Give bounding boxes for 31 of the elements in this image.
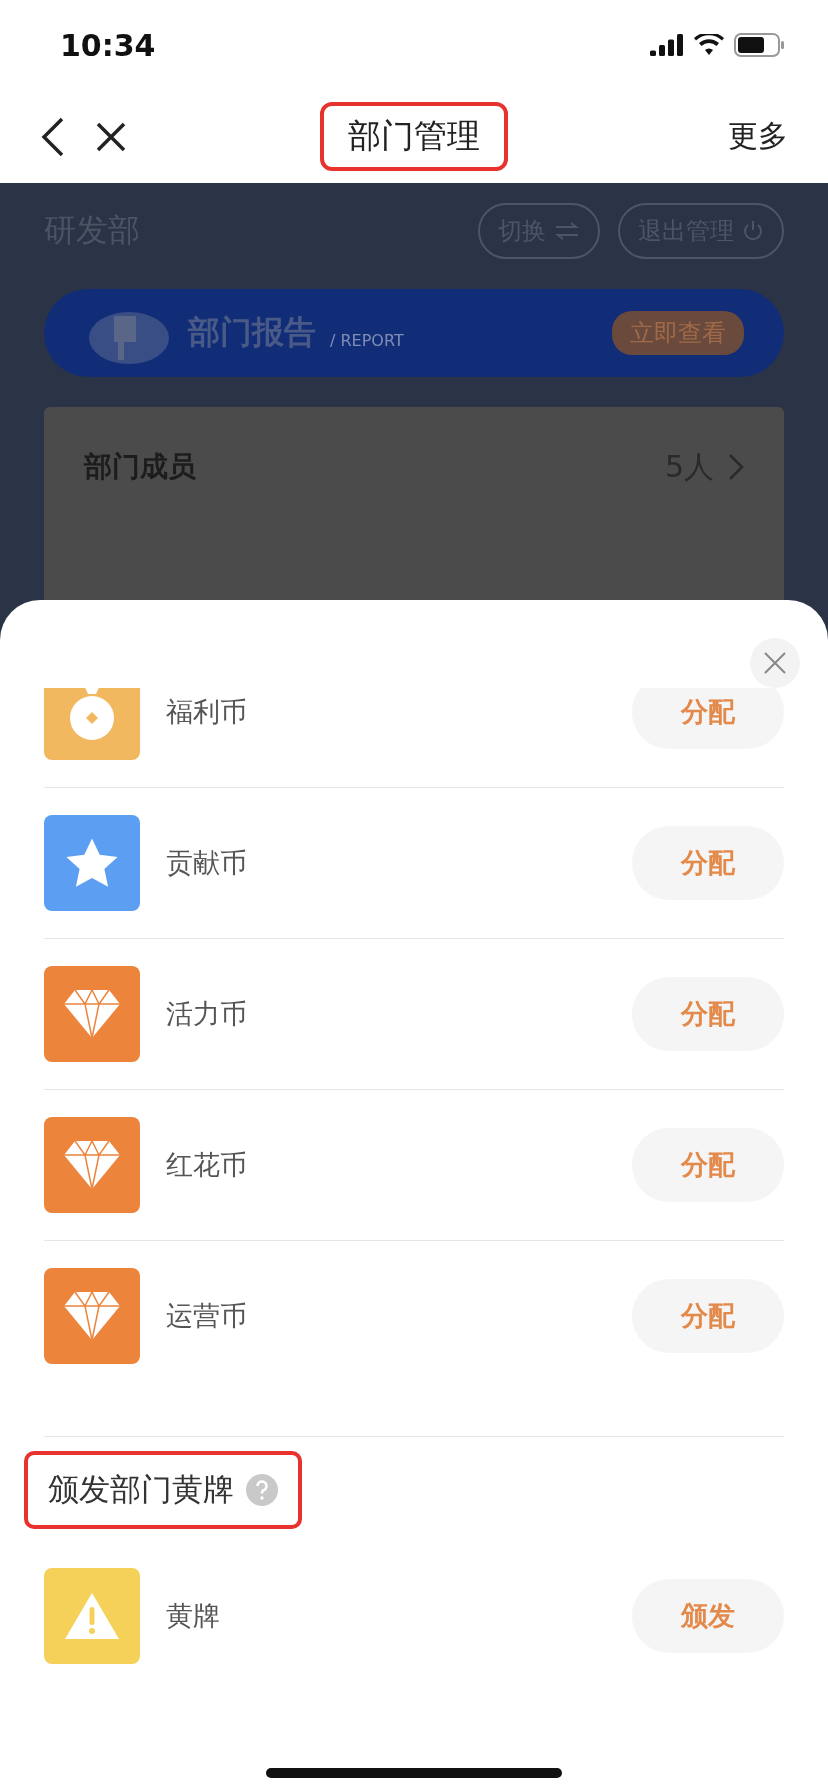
status-time: 10:34 <box>60 27 156 63</box>
action-button[interactable]: 分配 <box>632 688 784 749</box>
item-name: 运营币 <box>166 1299 247 1333</box>
page-title: 部门管理 <box>320 102 508 171</box>
diamond-icon <box>63 1291 121 1341</box>
section-title: 颁发部门黄牌 <box>48 1470 234 1509</box>
item-name: 黄牌 <box>166 1599 220 1633</box>
chevron-icon <box>728 453 744 481</box>
action-button[interactable]: 分配 <box>632 1128 784 1202</box>
action-button[interactable]: 颁发 <box>632 1579 784 1653</box>
power-icon <box>742 220 764 242</box>
action-button[interactable]: 分配 <box>632 977 784 1051</box>
wifi-icon <box>694 34 724 56</box>
report-subtitle: / REPORT <box>330 330 404 350</box>
item-name: 活力币 <box>166 997 247 1031</box>
close-icon <box>764 652 786 674</box>
swap-icon <box>554 221 580 241</box>
action-button[interactable]: 分配 <box>632 1279 784 1353</box>
item-name: 贡献币 <box>166 846 247 880</box>
close-button[interactable] <box>96 121 126 152</box>
diamond-icon <box>63 989 121 1039</box>
report-title: 部门报告 <box>188 312 316 353</box>
diamond-icon <box>63 1140 121 1190</box>
signal-icon <box>650 34 684 56</box>
item-name: 福利币 <box>166 695 247 729</box>
action-button[interactable]: 分配 <box>632 826 784 900</box>
item-name: 红花币 <box>166 1148 247 1182</box>
back-button[interactable] <box>40 116 66 157</box>
warning-icon <box>64 1591 120 1641</box>
battery-icon <box>734 33 784 57</box>
more-link[interactable]: 更多 <box>728 116 788 157</box>
